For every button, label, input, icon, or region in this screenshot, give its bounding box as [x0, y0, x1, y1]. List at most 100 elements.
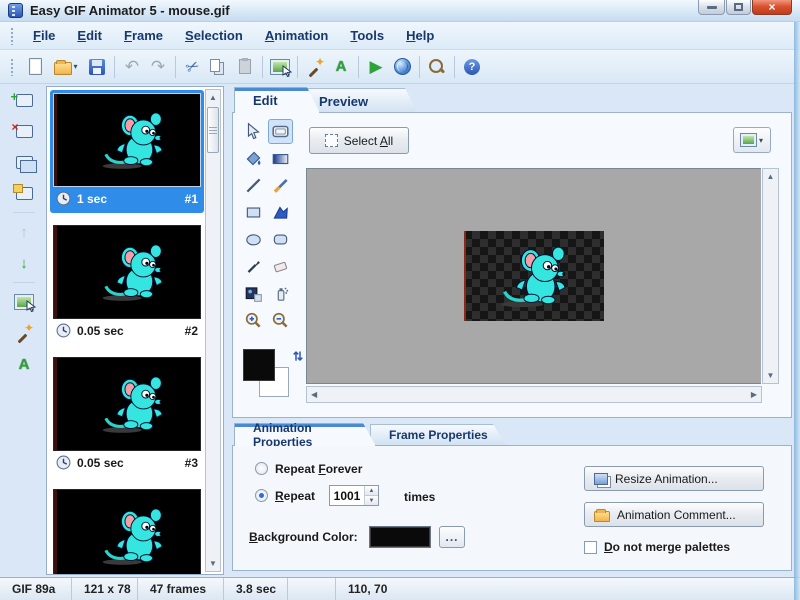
scroll-left-icon[interactable]: ◀ [311, 390, 317, 399]
frame-item-4[interactable] [50, 486, 204, 574]
toolbar-grip[interactable] [10, 57, 14, 76]
line-tool[interactable] [241, 173, 266, 198]
spin-up-icon[interactable]: ▲ [365, 486, 378, 495]
edit-canvas[interactable] [306, 168, 761, 384]
repeat-count-input[interactable] [330, 486, 364, 505]
menu-edit[interactable]: Edit [66, 24, 113, 47]
background-color-browse-button[interactable]: ... [439, 526, 465, 548]
canvas-vertical-scrollbar[interactable]: ▲ ▼ [762, 168, 779, 384]
polygon-tool[interactable] [268, 200, 293, 225]
marquee-select-tool[interactable] [268, 119, 293, 144]
wizard-button[interactable] [302, 54, 328, 80]
export-web-button[interactable] [389, 54, 415, 80]
eraser-tool[interactable] [268, 254, 293, 279]
move-frame-down-button[interactable]: ↓ [11, 251, 37, 275]
close-button[interactable]: × [752, 0, 792, 15]
extract-frame-button[interactable] [11, 181, 37, 205]
move-frame-up-button[interactable]: ↑ [11, 220, 37, 244]
fill-bucket-tool[interactable] [241, 146, 266, 171]
zoom-out-tool[interactable] [268, 308, 293, 333]
insert-image-tool[interactable] [241, 281, 266, 306]
foreground-color-swatch[interactable] [243, 349, 275, 381]
menu-animation[interactable]: Animation [254, 24, 340, 47]
menu-frame[interactable]: Frame [113, 24, 174, 47]
maximize-button[interactable] [726, 0, 751, 15]
insert-image-icon [245, 287, 262, 302]
tab-frame-properties[interactable]: Frame Properties [370, 424, 506, 446]
play-button[interactable]: ▶ [363, 54, 389, 80]
open-file-button[interactable]: ▾ [48, 54, 84, 80]
rectangle-icon [246, 207, 261, 218]
scroll-up-icon[interactable]: ▲ [767, 169, 775, 184]
view-options-button[interactable]: ▾ [733, 127, 771, 153]
zoom-in-tool[interactable] [241, 308, 266, 333]
frames-scrollbar[interactable]: ▲ ▼ [205, 89, 221, 572]
transparent-checkerboard[interactable] [464, 231, 604, 321]
spin-down-icon[interactable]: ▼ [365, 495, 378, 505]
dashed-selection-icon [324, 134, 338, 147]
undo-icon: ↶ [124, 57, 140, 76]
menu-selection[interactable]: Selection [174, 24, 254, 47]
merge-palettes-checkbox[interactable] [584, 541, 597, 554]
cut-button[interactable]: ✂ [180, 54, 206, 80]
minimize-button[interactable] [698, 0, 725, 15]
tab-animation-properties[interactable]: Animation Properties [234, 423, 376, 446]
frame-index: #2 [184, 323, 198, 338]
help-button[interactable]: ? [459, 54, 485, 80]
toolbar-separator [114, 55, 115, 78]
frame-item-2[interactable]: 0.05 sec #2 [50, 222, 204, 345]
duplicate-frame-button[interactable] [11, 150, 37, 174]
select-pointer-tool[interactable] [241, 119, 266, 144]
text-tool-button[interactable]: A [328, 54, 354, 80]
scroll-down-icon[interactable]: ▼ [767, 368, 775, 383]
delete-frame-button[interactable]: × [11, 119, 37, 143]
mouse-image [101, 375, 164, 435]
copy-button[interactable] [206, 54, 232, 80]
undo-button[interactable]: ↶ [119, 54, 145, 80]
rounded-rectangle-tool[interactable] [268, 227, 293, 252]
select-all-button[interactable]: Select All [309, 127, 409, 154]
spray-tool[interactable] [268, 281, 293, 306]
rounded-rectangle-icon [273, 234, 288, 245]
repeat-radio[interactable] [255, 489, 268, 502]
menu-file[interactable]: File [22, 24, 66, 47]
gradient-fill-tool[interactable] [268, 146, 293, 171]
frame-duration: 1 sec [77, 191, 108, 206]
menu-tools[interactable]: Tools [339, 24, 395, 47]
frame-item-3[interactable]: 0.05 sec #3 [50, 354, 204, 477]
scroll-up-icon[interactable]: ▲ [209, 90, 217, 105]
swap-colors-icon[interactable]: ⇄ [291, 351, 305, 361]
scroll-down-icon[interactable]: ▼ [209, 556, 217, 571]
image-editor-button[interactable] [267, 54, 293, 80]
frame-item-1[interactable]: 1 sec #1 [50, 90, 204, 213]
new-document-button[interactable] [22, 54, 48, 80]
background-color-value-swatch[interactable] [369, 526, 431, 548]
save-button[interactable] [84, 54, 110, 80]
scroll-right-icon[interactable]: ▶ [751, 390, 757, 399]
add-text-button[interactable]: A [11, 352, 37, 376]
edit-panel: ⇄ Select All ▾ ▲ ▼ ◀ ▶ [232, 112, 792, 418]
edit-frame-image-button[interactable] [11, 290, 37, 314]
brush-tool[interactable] [268, 173, 293, 198]
scrollbar-thumb[interactable] [207, 107, 219, 153]
animation-comment-button[interactable]: Animation Comment... [584, 502, 764, 527]
wizard-wand-button[interactable] [11, 321, 37, 345]
mouse-image [101, 507, 164, 567]
title-bar[interactable]: Easy GIF Animator 5 - mouse.gif × [0, 0, 800, 22]
repeat-count-spinner[interactable]: ▲ ▼ [329, 485, 379, 506]
paste-button[interactable] [232, 54, 258, 80]
resize-animation-button[interactable]: Resize Animation... [584, 466, 764, 491]
rectangle-tool[interactable] [241, 200, 266, 225]
frame-index: #3 [184, 455, 198, 470]
add-frame-button[interactable]: + [11, 88, 37, 112]
eyedropper-tool[interactable] [241, 254, 266, 279]
repeat-forever-radio[interactable] [255, 462, 268, 475]
ellipse-tool[interactable] [241, 227, 266, 252]
frame-tools-strip: + × ↑ ↓ A [6, 88, 42, 376]
canvas-horizontal-scrollbar[interactable]: ◀ ▶ [306, 386, 762, 403]
menu-grip[interactable] [10, 26, 14, 45]
menu-help[interactable]: Help [395, 24, 445, 47]
redo-button[interactable]: ↷ [145, 54, 171, 80]
search-zoom-button[interactable] [424, 54, 450, 80]
tab-edit[interactable]: Edit [234, 87, 320, 113]
